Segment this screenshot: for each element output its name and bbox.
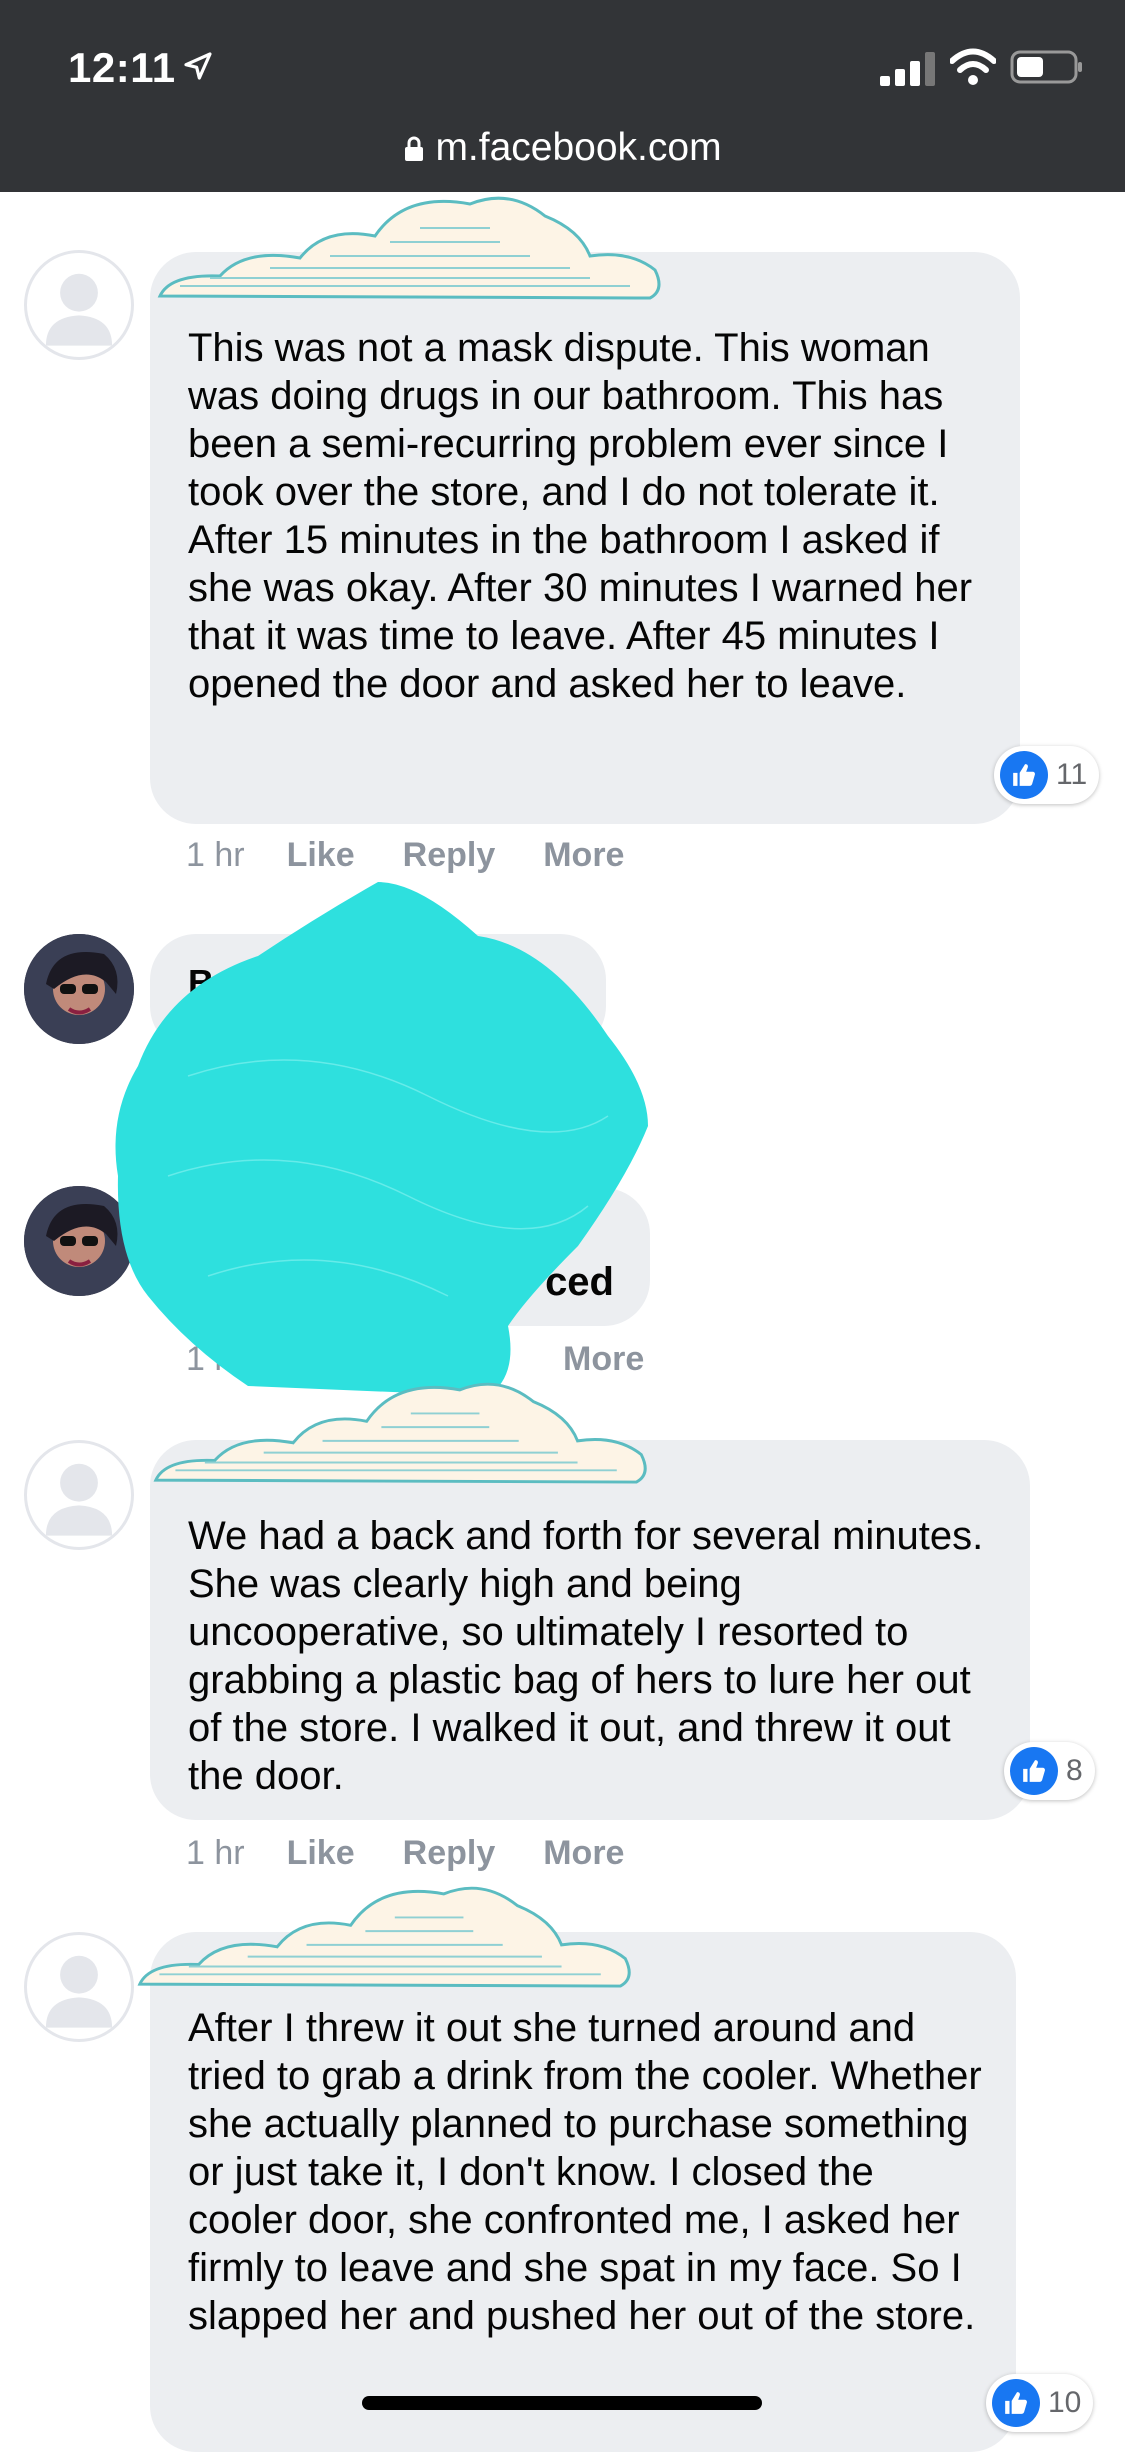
- commenter-avatar[interactable]: [24, 1440, 134, 1550]
- redaction-scribble: [115, 882, 648, 1396]
- reaction-count-text: 8: [1066, 1754, 1083, 1787]
- like-link[interactable]: Like: [287, 836, 355, 874]
- commenter-avatar[interactable]: [24, 1932, 134, 2042]
- reply-link[interactable]: Reply: [403, 1834, 496, 1872]
- home-indicator[interactable]: [362, 2396, 762, 2410]
- commenter-avatar[interactable]: [24, 250, 134, 360]
- comment-text: We had a back and forth for several minu…: [188, 1514, 984, 1798]
- status-and-url-bar: 12:11 m.facebook.com: [0, 0, 1125, 192]
- comment-bubble: This was not a mask dispute. This woman …: [150, 252, 1020, 824]
- thumbs-up-icon: [992, 2379, 1040, 2427]
- cellular-signal-icon: [880, 52, 935, 86]
- comment-bubble: After I threw it out she turned around a…: [150, 1932, 1016, 2452]
- thumbs-up-icon: [1010, 1747, 1058, 1795]
- wifi-icon: [950, 48, 996, 85]
- comment-actions: 1 hr Like Reply More: [186, 1834, 672, 1873]
- comment-text: After I threw it out she turned around a…: [188, 2006, 982, 2338]
- reaction-count[interactable]: 8: [1004, 1742, 1095, 1800]
- more-link[interactable]: More: [543, 1834, 624, 1872]
- reaction-count[interactable]: 11: [994, 746, 1100, 804]
- thumbs-up-icon: [1000, 751, 1048, 799]
- redaction-cloud: [137, 1886, 631, 1988]
- comment-time[interactable]: 1 hr: [186, 1834, 245, 1872]
- status-time: 12:11: [68, 44, 176, 91]
- lock-icon: [405, 136, 424, 161]
- default-profile-icon: [45, 1955, 113, 2028]
- location-arrow-icon: [184, 52, 212, 80]
- redaction-cloud: [157, 196, 661, 300]
- more-link[interactable]: More: [543, 836, 624, 874]
- comment-text: This was not a mask dispute. This woman …: [188, 326, 973, 706]
- reaction-count[interactable]: 10: [986, 2374, 1094, 2432]
- default-profile-icon: [45, 1463, 113, 1536]
- battery-icon: [1010, 50, 1082, 84]
- comment-time[interactable]: 1 hr: [186, 836, 245, 874]
- reaction-count-text: 11: [1056, 758, 1088, 791]
- address-bar[interactable]: m.facebook.com: [0, 126, 1125, 170]
- redaction-cloud: [153, 1382, 647, 1484]
- reply-link[interactable]: Reply: [403, 836, 496, 874]
- comment-actions: 1 hr Like Reply More: [186, 836, 672, 875]
- url-text: m.facebook.com: [435, 126, 722, 169]
- reaction-count-text: 10: [1048, 2386, 1082, 2419]
- like-link[interactable]: Like: [287, 1834, 355, 1872]
- default-profile-icon: [45, 273, 113, 346]
